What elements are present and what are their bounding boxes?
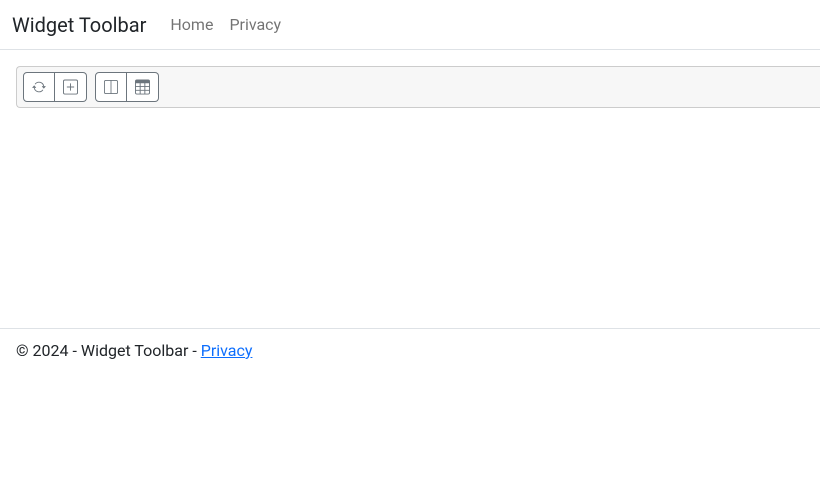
table-icon — [135, 79, 150, 95]
nav-link-home[interactable]: Home — [162, 11, 221, 38]
footer-privacy-link[interactable]: Privacy — [201, 341, 253, 360]
columns-view-button[interactable] — [95, 72, 127, 102]
brand[interactable]: Widget Toolbar — [12, 9, 146, 41]
toolbar-group-1 — [23, 72, 87, 102]
refresh-button[interactable] — [23, 72, 55, 102]
main-content — [0, 50, 820, 328]
widget-toolbar — [16, 66, 820, 108]
footer: © 2024 - Widget Toolbar - Privacy — [0, 328, 820, 372]
add-button[interactable] — [55, 72, 87, 102]
toolbar-group-2 — [95, 72, 159, 102]
navbar: Widget Toolbar Home Privacy — [0, 0, 820, 50]
footer-copyright: © 2024 - Widget Toolbar - — [16, 341, 201, 360]
columns-icon — [104, 79, 118, 95]
table-view-button[interactable] — [127, 72, 159, 102]
refresh-icon — [32, 79, 46, 95]
plus-square-icon — [63, 79, 78, 95]
nav-link-privacy[interactable]: Privacy — [221, 11, 289, 38]
